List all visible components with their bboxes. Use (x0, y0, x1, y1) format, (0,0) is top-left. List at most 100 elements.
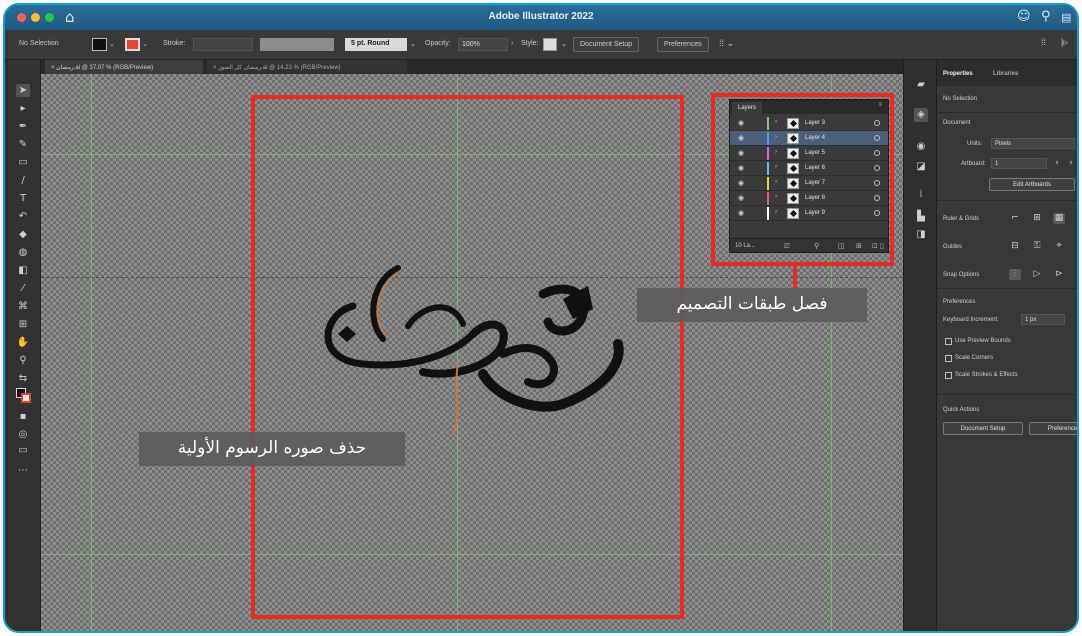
stroke-swatch[interactable] (125, 38, 140, 51)
layer-name[interactable]: Layer 5 (805, 150, 825, 156)
new-sublayer-icon[interactable]: ⊞ (856, 242, 862, 250)
user-icon[interactable]: ☺ (1017, 9, 1031, 24)
fill-stroke-widget[interactable] (16, 388, 32, 404)
gradient-tool-icon[interactable]: ◧ (16, 264, 30, 277)
visibility-eye-icon[interactable]: ◉ (738, 194, 744, 202)
layers-tab[interactable]: Layers (732, 102, 763, 114)
direct-selection-tool-icon[interactable]: ▸ (16, 102, 30, 115)
image-trace-icon[interactable]: ◪ (914, 160, 928, 174)
pen-tool-icon[interactable]: ✒ (16, 120, 30, 133)
panel-menu-icon[interactable]: ≡ (878, 102, 882, 108)
layer-row[interactable]: ◉ › Layer 7 (730, 176, 888, 191)
transform-icon[interactable]: ⁞ (914, 188, 928, 202)
export-icon[interactable]: ⎚ (784, 242, 790, 251)
delete-layer-icon[interactable]: ▯ (880, 242, 884, 250)
layer-row[interactable]: ◉ › Layer 9 (730, 206, 888, 221)
tab-libraries[interactable]: Libraries (993, 71, 1018, 77)
edit-artboards-button[interactable]: Edit Artboards (989, 178, 1075, 191)
document-tab[interactable]: × رمضان كل الصور.ai @ 14.23 % (RGB/Previ… (207, 60, 407, 74)
selection-tool-icon[interactable]: ➤ (16, 84, 30, 97)
arrange-documents-icon[interactable]: ⁞⁞ ⌄ (719, 38, 734, 49)
shape-builder-tool-icon[interactable]: ◍ (16, 246, 30, 259)
brush-dropdown-icon[interactable]: ⌄ (410, 40, 416, 48)
search-icon[interactable]: ⚲ (1041, 9, 1051, 24)
smart-guides-icon[interactable]: ⌖ (1053, 241, 1065, 252)
fill-swatch[interactable] (92, 38, 107, 51)
visibility-eye-icon[interactable]: ◉ (738, 209, 744, 217)
expand-arrow-icon[interactable]: › (775, 134, 777, 140)
scale-strokes-checkbox[interactable] (945, 372, 952, 379)
panel-toggle-icon[interactable]: |▹ (1061, 37, 1068, 48)
quick-document-setup-button[interactable]: Document Setup (943, 422, 1023, 435)
align-panel-icon[interactable]: ▙ (914, 210, 928, 224)
layer-target-icon[interactable] (874, 210, 880, 216)
show-guides-icon[interactable]: ⊟ (1009, 241, 1021, 252)
layer-target-icon[interactable] (874, 150, 880, 156)
expand-arrow-icon[interactable]: › (775, 119, 777, 125)
layer-name[interactable]: Layer 4 (805, 135, 825, 141)
rotate-tool-icon[interactable]: ↶ (16, 210, 30, 223)
layer-name[interactable]: Layer 7 (805, 180, 825, 186)
preferences-button[interactable]: Preferences (657, 37, 709, 52)
layer-row[interactable]: ◉ › Layer 3 (730, 116, 888, 131)
hand-tool-icon[interactable]: ✋ (16, 336, 30, 349)
comments-icon[interactable]: ▰ (914, 78, 928, 92)
expand-arrow-icon[interactable]: › (775, 149, 777, 155)
locate-object-icon[interactable]: ⚲ (814, 242, 819, 250)
rectangle-tool-icon[interactable]: ▭ (16, 156, 30, 169)
eraser-tool-icon[interactable]: ◆ (16, 228, 30, 241)
stroke-weight-field[interactable] (193, 38, 253, 51)
tab-properties[interactable]: Properties (943, 71, 973, 77)
color-mode-icon[interactable]: ▪ (16, 410, 30, 423)
pencil-tool-icon[interactable]: / (16, 174, 30, 187)
layer-target-icon[interactable] (874, 165, 880, 171)
artboard-tool-icon[interactable]: ⊞ (16, 318, 30, 331)
layer-name[interactable]: Layer 8 (805, 195, 825, 201)
layer-row[interactable]: ◉ › Layer 4 (730, 131, 888, 146)
zoom-tool-icon[interactable]: ⚲ (16, 354, 30, 367)
expand-arrow-icon[interactable]: › (775, 179, 777, 185)
workspace-icon[interactable]: ▤ (1061, 11, 1071, 24)
scale-corners-checkbox[interactable] (945, 355, 952, 362)
screen-mode-icon[interactable]: ▭ (16, 444, 30, 457)
brush-definition-select[interactable]: 5 pt. Round (345, 38, 407, 51)
units-select[interactable]: Pixels (991, 138, 1075, 149)
expand-arrow-icon[interactable]: › (775, 164, 777, 170)
artboard-select[interactable]: 1 (991, 158, 1047, 169)
quick-preferences-button[interactable]: Preferences (1029, 422, 1077, 435)
layer-target-icon[interactable] (874, 135, 880, 141)
visibility-eye-icon[interactable]: ◉ (738, 149, 744, 157)
layers-panel[interactable]: Layers ≡ ◉ › Layer 3 ◉ › Layer 4 ◉ › Layer 5 ◉ › La… (729, 99, 889, 253)
layer-row[interactable]: ◉ › Layer 6 (730, 161, 888, 176)
transparency-grid-icon[interactable]: ▦ (1053, 213, 1065, 224)
layer-name[interactable]: Layer 9 (805, 210, 825, 216)
lock-guides-icon[interactable]: ⚿ (1031, 241, 1043, 252)
color-guide-icon[interactable]: ◉ (914, 140, 928, 154)
use-preview-bounds-checkbox[interactable] (945, 338, 952, 345)
visibility-eye-icon[interactable]: ◉ (738, 179, 744, 187)
new-layer-icon[interactable]: ⊡ (872, 242, 878, 250)
drawing-mode-icon[interactable]: ◎ (16, 428, 30, 441)
eyedropper-tool-icon[interactable]: ⁄ (16, 282, 30, 295)
layer-row[interactable]: ◉ › Layer 8 (730, 191, 888, 206)
document-tab-active[interactable]: × رمضان.ai @ 37.07 % (RGB/Preview) (45, 60, 203, 74)
snap-to-point-icon[interactable]: ⫶ (1009, 269, 1021, 280)
layer-target-icon[interactable] (874, 195, 880, 201)
layer-target-icon[interactable] (874, 180, 880, 186)
fill-dropdown-icon[interactable]: ⌄ (109, 40, 115, 48)
stroke-dropdown-icon[interactable]: ⌄ (142, 40, 148, 48)
ruler-icon[interactable]: ⌐ (1009, 213, 1021, 224)
layer-name[interactable]: Layer 3 (805, 120, 825, 126)
variable-width-profile[interactable] (260, 38, 334, 51)
style-dropdown-icon[interactable]: ⌄ (561, 40, 567, 48)
curvature-tool-icon[interactable]: ✎ (16, 138, 30, 151)
pathfinder-icon[interactable]: ◨ (914, 228, 928, 242)
previous-artboard-icon[interactable]: ‹ (1051, 158, 1063, 169)
layers-icon[interactable]: ◈ (914, 108, 928, 122)
clipping-mask-icon[interactable]: ◫ (838, 242, 845, 250)
layer-name[interactable]: Layer 6 (805, 165, 825, 171)
opacity-dropdown-icon[interactable]: › (511, 40, 513, 47)
layer-row[interactable]: ◉ › Layer 5 (730, 146, 888, 161)
layer-target-icon[interactable] (874, 120, 880, 126)
next-artboard-icon[interactable]: › (1065, 158, 1077, 169)
